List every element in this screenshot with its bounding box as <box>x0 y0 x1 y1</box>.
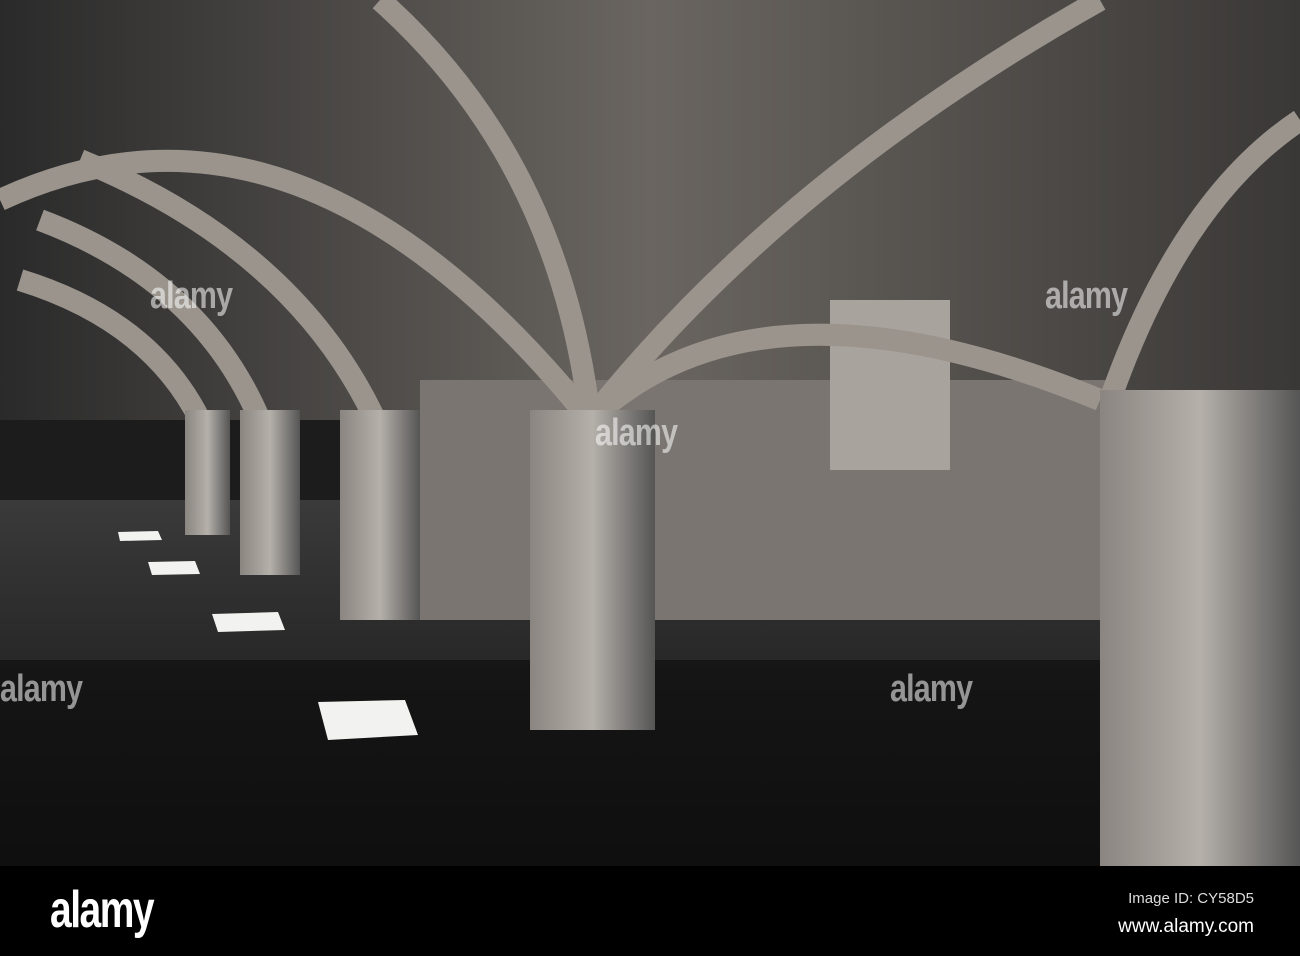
stock-photo: alamy alamy alamy alamy alamy <box>0 0 1300 866</box>
watermark: alamy <box>0 668 83 710</box>
alamy-logo: alamy <box>50 881 155 939</box>
image-id: Image ID: CY58D5 <box>1128 890 1254 907</box>
footer-bar: alamy Image ID: CY58D5 www.alamy.com <box>0 866 1300 956</box>
watermark: alamy <box>595 412 678 454</box>
watermark: alamy <box>890 668 973 710</box>
watermark: alamy <box>1045 275 1128 317</box>
website-link[interactable]: www.alamy.com <box>1118 916 1254 938</box>
watermark: alamy <box>150 275 233 317</box>
